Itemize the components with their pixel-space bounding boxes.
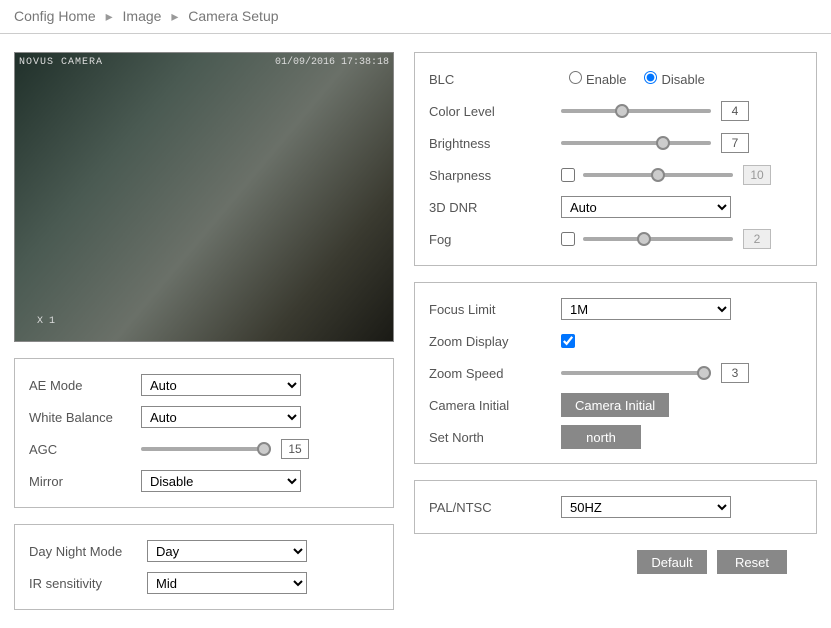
mirror-label: Mirror xyxy=(29,474,141,489)
reset-button[interactable]: Reset xyxy=(717,550,787,574)
ir-sensitivity-label: IR sensitivity xyxy=(29,576,147,591)
blc-label: BLC xyxy=(429,72,561,87)
agc-value: 15 xyxy=(281,439,309,459)
default-button[interactable]: Default xyxy=(637,550,707,574)
pal-ntsc-select[interactable]: 50HZ xyxy=(561,496,731,518)
set-north-button[interactable]: north xyxy=(561,425,641,449)
zoom-speed-slider[interactable] xyxy=(561,371,711,375)
sharpness-value: 10 xyxy=(743,165,771,185)
sharpness-label: Sharpness xyxy=(429,168,561,183)
fog-label: Fog xyxy=(429,232,561,247)
camera-preview: NOVUS CAMERA 01/09/2016 17:38:18 X 1 xyxy=(14,52,394,342)
brightness-slider[interactable] xyxy=(561,141,711,145)
breadcrumb-config-home[interactable]: Config Home xyxy=(14,8,96,24)
agc-slider[interactable] xyxy=(141,447,271,451)
white-balance-select[interactable]: Auto xyxy=(141,406,301,428)
mirror-select[interactable]: Disable xyxy=(141,470,301,492)
overlay-timestamp: 01/09/2016 17:38:18 xyxy=(275,57,389,68)
blc-enable-label: Enable xyxy=(586,72,626,87)
fog-value: 2 xyxy=(743,229,771,249)
color-level-slider[interactable] xyxy=(561,109,711,113)
breadcrumb-image[interactable]: Image xyxy=(123,8,162,24)
day-night-select[interactable]: Day xyxy=(147,540,307,562)
focus-limit-label: Focus Limit xyxy=(429,302,561,317)
day-night-panel: Day Night Mode Day IR sensitivity Mid xyxy=(14,524,394,610)
ir-sensitivity-select[interactable]: Mid xyxy=(147,572,307,594)
color-level-label: Color Level xyxy=(429,104,561,119)
zoom-display-label: Zoom Display xyxy=(429,334,561,349)
dnr-label: 3D DNR xyxy=(429,200,561,215)
chevron-right-icon: ▸ xyxy=(171,8,178,24)
pal-ntsc-panel: PAL/NTSC 50HZ xyxy=(414,480,817,534)
blc-enable-radio[interactable] xyxy=(569,71,582,84)
zoom-speed-value: 3 xyxy=(721,363,749,383)
dnr-select[interactable]: Auto xyxy=(561,196,731,218)
image-panel: BLC Enable Disable Color Level 4 Brightn… xyxy=(414,52,817,266)
ae-mode-select[interactable]: Auto xyxy=(141,374,301,396)
sharpness-slider[interactable] xyxy=(583,173,733,177)
brightness-value: 7 xyxy=(721,133,749,153)
focus-zoom-panel: Focus Limit 1M Zoom Display Zoom Speed 3… xyxy=(414,282,817,464)
camera-initial-label: Camera Initial xyxy=(429,398,561,413)
focus-limit-select[interactable]: 1M xyxy=(561,298,731,320)
white-balance-label: White Balance xyxy=(29,410,141,425)
ae-mode-label: AE Mode xyxy=(29,378,141,393)
brightness-label: Brightness xyxy=(429,136,561,151)
breadcrumb: Config Home ▸ Image ▸ Camera Setup xyxy=(0,0,831,34)
zoom-display-checkbox[interactable] xyxy=(561,334,575,348)
footer-buttons: Default Reset xyxy=(414,550,817,574)
pal-ntsc-label: PAL/NTSC xyxy=(429,500,561,515)
zoom-speed-label: Zoom Speed xyxy=(429,366,561,381)
fog-checkbox[interactable] xyxy=(561,232,575,246)
chevron-right-icon: ▸ xyxy=(106,8,113,24)
day-night-label: Day Night Mode xyxy=(29,544,147,559)
exposure-panel: AE Mode Auto White Balance Auto AGC 15 M… xyxy=(14,358,394,508)
overlay-zoom: X 1 xyxy=(37,316,55,327)
camera-initial-button[interactable]: Camera Initial xyxy=(561,393,669,417)
blc-disable-radio[interactable] xyxy=(644,71,657,84)
color-level-value: 4 xyxy=(721,101,749,121)
sharpness-checkbox[interactable] xyxy=(561,168,575,182)
set-north-label: Set North xyxy=(429,430,561,445)
blc-disable-label: Disable xyxy=(661,72,704,87)
breadcrumb-camera-setup[interactable]: Camera Setup xyxy=(188,8,278,24)
agc-label: AGC xyxy=(29,442,141,457)
overlay-camera-name: NOVUS CAMERA xyxy=(19,57,103,68)
fog-slider[interactable] xyxy=(583,237,733,241)
